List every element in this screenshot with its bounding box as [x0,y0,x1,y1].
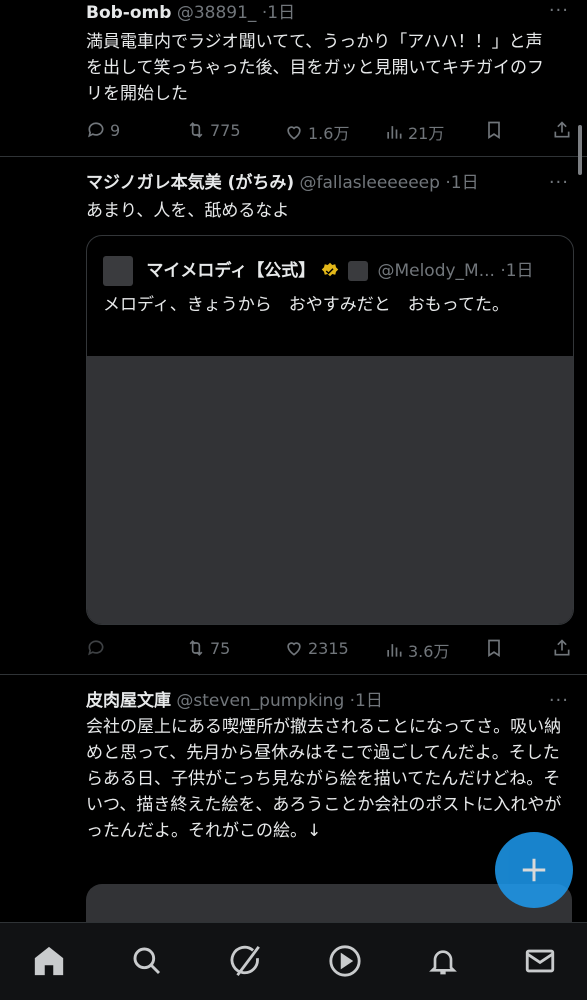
heart-icon [287,642,301,656]
repost-button[interactable]: 75 [186,638,230,658]
home-icon [34,946,64,976]
nav-search[interactable] [129,943,165,979]
quoted-author-handle: @Melody_M... [377,261,495,281]
grok-icon [230,945,260,977]
search-icon [133,947,161,975]
more-options-icon[interactable]: ··· [549,172,569,193]
views-count: 21万 [408,124,445,143]
divider [0,674,587,675]
share-button[interactable] [552,638,572,658]
notifications-icon [429,950,457,975]
bookmark-button[interactable] [484,120,504,140]
quoted-tweet[interactable]: マイメロディ【公式】 @Melody_M... ·1日 メロディ、きょうから お… [86,235,574,625]
quoted-tweet-header: マイメロディ【公式】 @Melody_M... ·1日 [103,256,534,286]
tweet-header: Bob-omb @38891_ ·1日 [86,2,295,24]
author-name[interactable]: Bob-omb [86,3,171,23]
repost-icon [189,640,203,656]
tweet-text: 会社の屋上にある喫煙所が撤去されることになってさ。吸い納めと思って、先月から昼休… [86,717,562,841]
affiliate-badge-icon [348,261,369,281]
like-button[interactable]: 1.6万 [284,120,349,144]
author-handle[interactable]: @steven_pumpking [176,691,344,711]
tweet-text: 満員電車内でラジオ聞いてて、うっかり「アハハ！！」と声を出して笑っちゃった後、目… [86,32,544,104]
like-button[interactable]: 2315 [284,638,349,658]
timestamp[interactable]: ·1日 [445,173,478,193]
reply-button[interactable] [86,638,110,658]
timestamp[interactable]: ·1日 [262,3,295,23]
timestamp[interactable]: ·1日 [350,691,383,711]
tweet-media[interactable] [86,884,572,924]
scrollbar[interactable] [578,125,582,175]
share-icon [554,639,570,656]
nav-messages[interactable] [522,943,558,979]
quoted-author-name: マイメロディ【公式】 [146,261,316,281]
reply-button[interactable]: 9 [86,120,120,140]
heart-icon [287,126,301,140]
nav-home[interactable] [31,943,67,979]
author-name[interactable]: マジノガレ本気美 (がちみ) [86,173,294,193]
verified-badge-icon [321,262,338,277]
compose-button[interactable] [495,832,573,908]
like-count: 2315 [308,638,349,658]
bookmark-icon [488,121,500,140]
views-icon [387,644,402,657]
bottom-navigation [0,922,587,1000]
tweet-header: 皮肉屋文庫 @steven_pumpking ·1日 [86,690,383,712]
more-options-icon[interactable]: ··· [549,0,569,21]
repost-count: 75 [210,638,231,658]
plus-icon [522,858,546,882]
share-button[interactable] [552,120,572,140]
repost-count: 775 [210,120,241,140]
video-icon [329,945,361,977]
views-button[interactable]: 21万 [384,120,444,144]
repost-button[interactable]: 775 [186,120,241,140]
quoted-tweet-text: メロディ、きょうから おやすみだと おもってた。 [103,295,509,315]
reply-count: 9 [110,120,121,140]
bookmark-button[interactable] [484,638,504,658]
messages-icon [525,949,555,973]
tweet-header: マジノガレ本気美 (がちみ) @fallasleeeeeep ·1日 [86,172,479,194]
tweet-text: あまり、人を、舐めるなよ [86,201,290,221]
nav-notifications[interactable] [425,943,461,979]
quoted-media[interactable] [87,356,573,624]
tweet-actions: 9 775 1.6万 21万 [86,120,576,144]
author-handle[interactable]: @38891_ [177,3,257,23]
reply-icon [88,640,104,656]
avatar[interactable] [103,256,133,286]
share-icon [554,121,570,138]
views-count: 3.6万 [408,642,450,661]
reply-icon [88,122,104,138]
nav-grok[interactable] [228,943,264,979]
quoted-timestamp: ·1日 [500,261,534,281]
views-icon [387,126,402,139]
nav-video[interactable] [327,943,363,979]
author-handle[interactable]: @fallasleeeeeep [300,173,440,193]
divider [0,156,587,157]
author-name[interactable]: 皮肉屋文庫 [86,691,171,711]
more-options-icon[interactable]: ··· [549,690,569,711]
timeline-feed: Bob-omb @38891_ ·1日 ··· 満員電車内でラジオ聞いてて、うっ… [0,0,587,999]
like-count: 1.6万 [308,124,350,143]
tweet-actions: 75 2315 3.6万 [86,638,576,662]
repost-icon [189,122,203,138]
bookmark-icon [488,639,500,658]
views-button[interactable]: 3.6万 [384,638,449,662]
